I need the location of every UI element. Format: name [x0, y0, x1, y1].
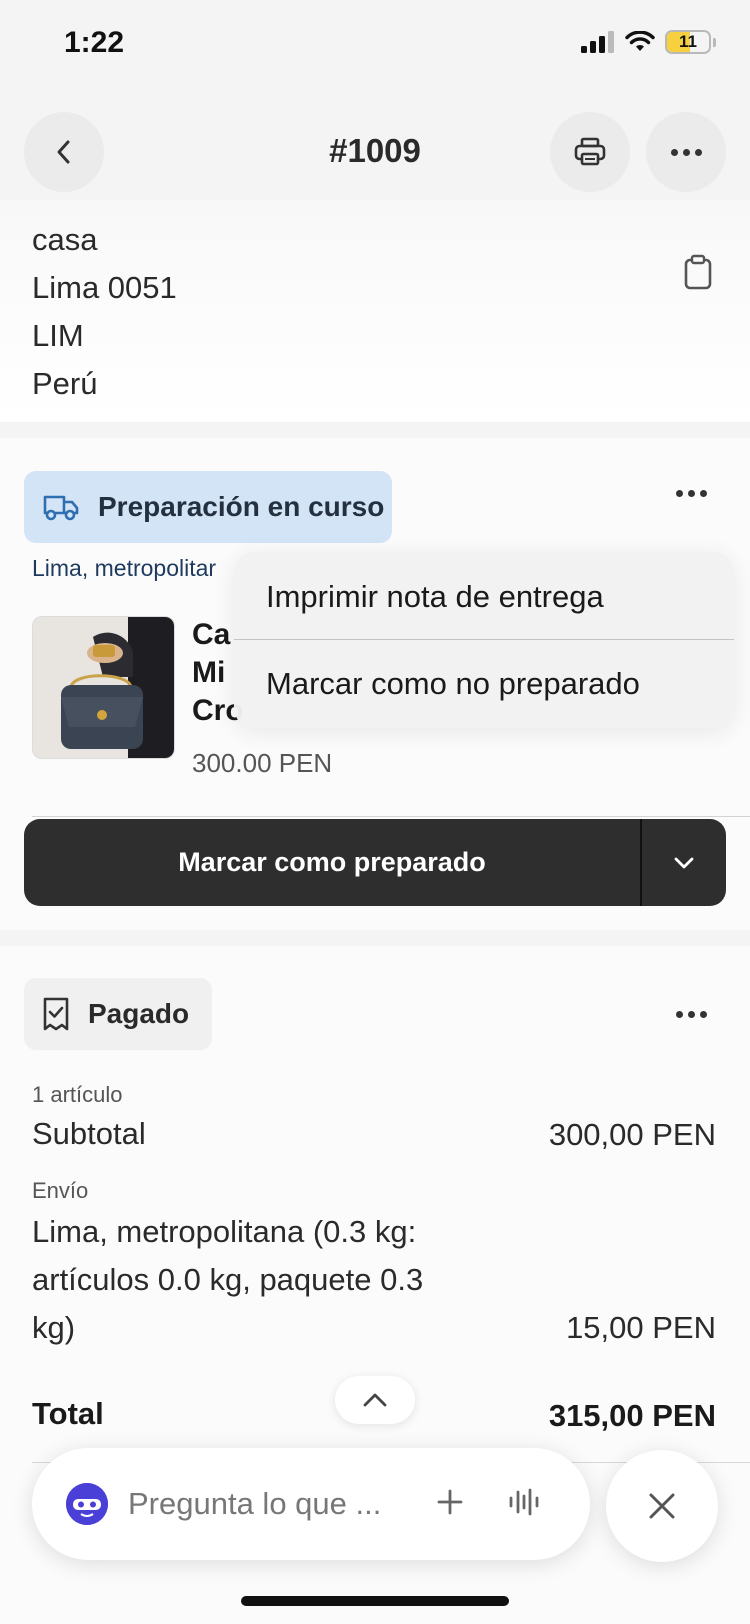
- waveform-icon: [509, 1488, 539, 1515]
- shipping-line: artículos 0.0 kg, paquete 0.3: [32, 1262, 424, 1297]
- divider: [32, 816, 750, 817]
- battery-icon: 11: [665, 30, 711, 54]
- copy-address-button[interactable]: [680, 254, 716, 295]
- print-button[interactable]: [550, 112, 630, 192]
- fulfillment-actions-menu: Imprimir nota de entrega Marcar como no …: [234, 552, 734, 728]
- total-label: Total: [32, 1396, 104, 1431]
- menu-item-print-delivery-note[interactable]: Imprimir nota de entrega: [266, 579, 604, 615]
- fulfillment-more-button[interactable]: [676, 490, 707, 497]
- address-line: LIM: [32, 318, 84, 353]
- wifi-icon: [625, 31, 655, 51]
- page-title: #1009: [329, 132, 421, 169]
- handbag-photo: [33, 617, 174, 758]
- fulfillment-status-badge: Preparación en curso: [24, 471, 392, 543]
- home-indicator: [241, 1596, 509, 1606]
- chevron-down-icon: [674, 857, 694, 868]
- payment-more-button[interactable]: [676, 1011, 707, 1018]
- assistant-input[interactable]: [128, 1486, 408, 1522]
- more-horizontal-icon: [670, 148, 702, 156]
- menu-item-mark-unfulfilled[interactable]: Marcar como no preparado: [266, 666, 640, 702]
- payment-status-badge: Pagado: [24, 978, 212, 1050]
- more-horizontal-icon: [676, 490, 707, 497]
- menu-divider: [234, 639, 734, 640]
- voice-input-button[interactable]: [508, 1488, 540, 1521]
- assistant-bar: [32, 1448, 590, 1560]
- fulfillment-location-link[interactable]: Lima, metropolitar: [32, 555, 216, 582]
- fulfillment-status-label: Preparación en curso: [98, 491, 385, 522]
- plus-icon: [437, 1489, 463, 1514]
- assistant-avatar-icon: [66, 1483, 108, 1525]
- scroll-up-button[interactable]: [335, 1376, 415, 1424]
- shipping-value: 15,00 PEN: [566, 1310, 716, 1345]
- close-assistant-button[interactable]: [606, 1450, 718, 1562]
- more-horizontal-icon: [676, 1011, 707, 1018]
- battery-level: 11: [679, 32, 697, 51]
- product-price: 300.00 PEN: [192, 748, 333, 778]
- receipt-check-icon: [43, 997, 69, 1031]
- shipping-description: Lima, metropolitana (0.3 kg: artículos 0…: [32, 1208, 423, 1352]
- address-line: casa: [32, 222, 98, 257]
- clipboard-icon: [684, 254, 712, 290]
- mark-fulfilled-dropdown-button[interactable]: [640, 819, 726, 906]
- printer-icon: [574, 137, 606, 166]
- items-count: 1 artículo: [32, 1082, 123, 1107]
- close-icon: [649, 1493, 675, 1519]
- address-line: Perú: [32, 366, 98, 401]
- shipping-label: Envío: [32, 1178, 89, 1203]
- product-image[interactable]: [32, 616, 175, 759]
- subtotal-label: Subtotal: [32, 1116, 146, 1151]
- add-attachment-button[interactable]: [436, 1488, 464, 1521]
- mark-fulfilled-button-group: Marcar como preparado: [24, 819, 726, 906]
- address-card: [0, 200, 750, 422]
- payment-status-label: Pagado: [88, 998, 190, 1029]
- cellular-signal-icon: [581, 31, 614, 53]
- shipping-line: Lima, metropolitana (0.3 kg:: [32, 1214, 417, 1249]
- more-options-button[interactable]: [646, 112, 726, 192]
- truck-icon: [43, 495, 79, 521]
- chevron-up-icon: [363, 1393, 387, 1407]
- status-icons: 11: [581, 30, 716, 54]
- status-time: 1:22: [64, 26, 125, 59]
- address-line: Lima 0051: [32, 270, 177, 305]
- mark-fulfilled-button[interactable]: Marcar como preparado: [24, 819, 640, 906]
- subtotal-value: 300,00 PEN: [548, 1117, 716, 1152]
- shipping-line: kg): [32, 1310, 76, 1345]
- total-value: 315,00 PEN: [548, 1398, 716, 1433]
